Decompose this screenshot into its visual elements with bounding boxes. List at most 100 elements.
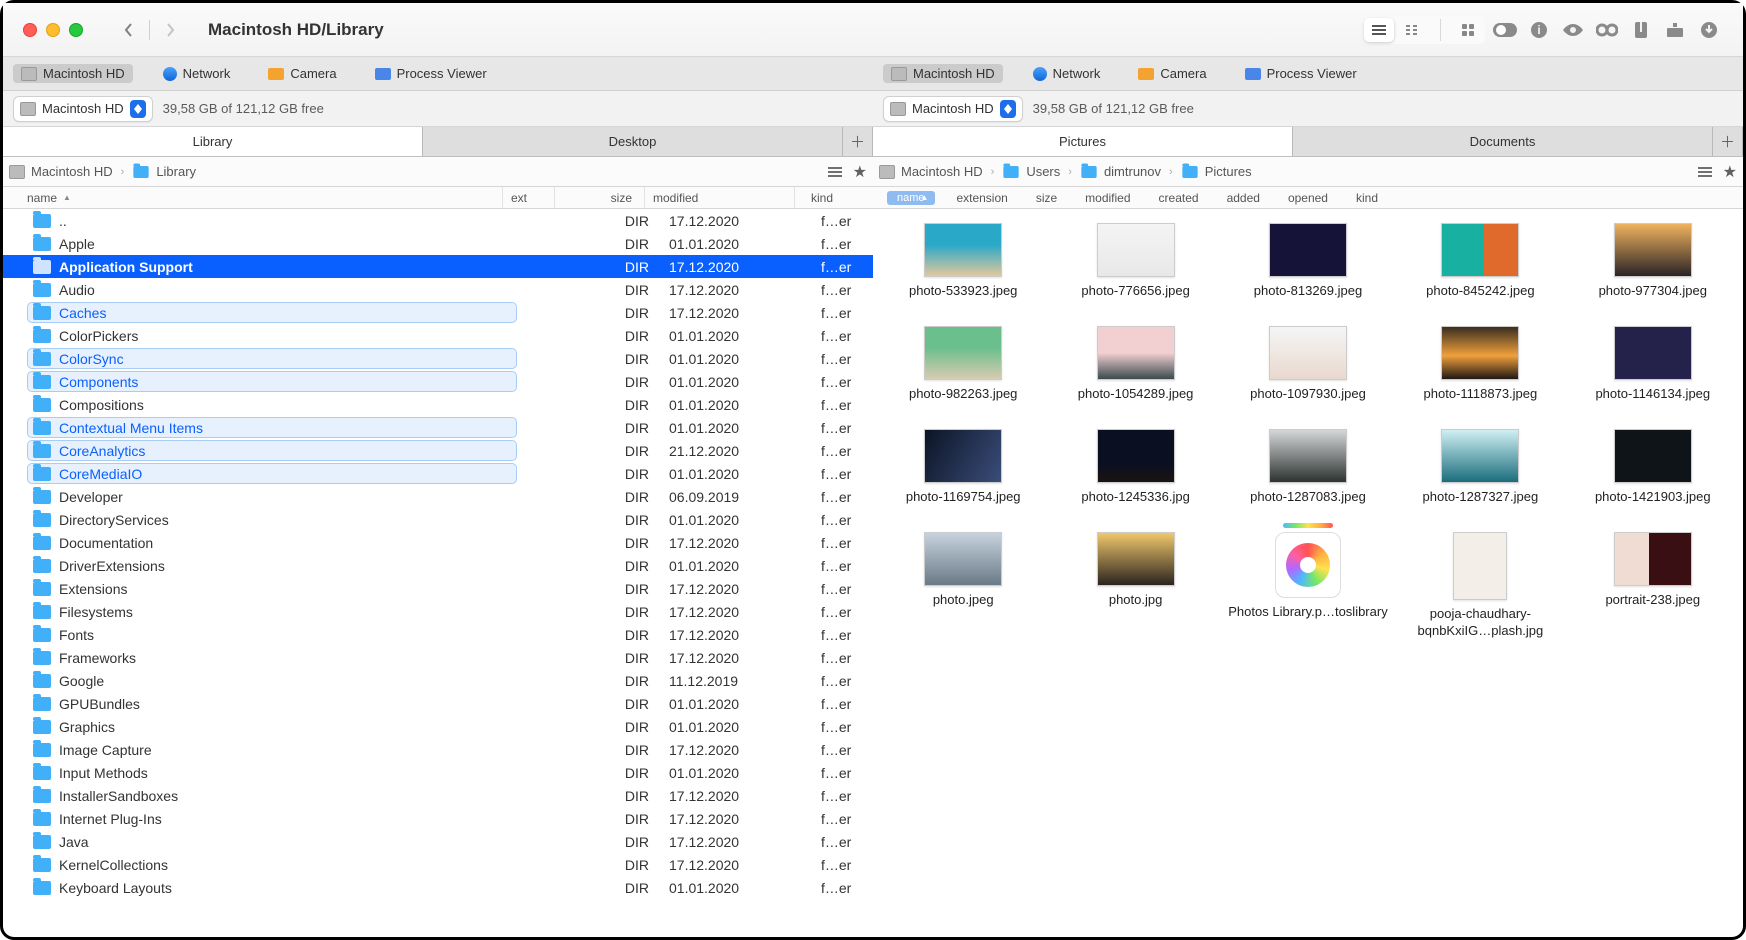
grid-item[interactable]: photo-533923.jpeg xyxy=(879,223,1047,300)
file-row[interactable]: Internet Plug-Ins DIR 17.12.2020 f…er xyxy=(3,807,873,830)
grid-item[interactable]: photo-1245336.jpg xyxy=(1051,429,1219,506)
tab[interactable]: Pictures xyxy=(873,127,1293,156)
file-row[interactable]: Application Support DIR 17.12.2020 f…er xyxy=(3,255,873,278)
breadcrumb-item[interactable]: Library xyxy=(132,164,196,179)
header-kind[interactable]: kind xyxy=(795,187,873,208)
favorite-item[interactable]: Macintosh HD xyxy=(13,64,133,83)
grid-item[interactable]: photo-1421903.jpeg xyxy=(1569,429,1737,506)
file-row[interactable]: Contextual Menu Items DIR 01.01.2020 f…e… xyxy=(3,416,873,439)
breadcrumb-item[interactable]: Pictures xyxy=(1181,164,1252,179)
file-row[interactable]: Graphics DIR 01.01.2020 f…er xyxy=(3,715,873,738)
header-modified[interactable]: modified xyxy=(1071,187,1144,208)
file-row[interactable]: Extensions DIR 17.12.2020 f…er xyxy=(3,577,873,600)
file-row[interactable]: Caches DIR 17.12.2020 f…er xyxy=(3,301,873,324)
file-row[interactable]: InstallerSandboxes DIR 17.12.2020 f…er xyxy=(3,784,873,807)
header-kind[interactable]: kind xyxy=(1342,187,1392,208)
favorite-item[interactable]: Camera xyxy=(260,64,344,83)
grid-item[interactable]: photo-1287083.jpeg xyxy=(1224,429,1392,506)
favorite-item[interactable]: Network xyxy=(1025,64,1109,83)
file-row[interactable]: ColorSync DIR 01.01.2020 f…er xyxy=(3,347,873,370)
file-row[interactable]: Keyboard Layouts DIR 01.01.2020 f…er xyxy=(3,876,873,899)
minimize-window-button[interactable] xyxy=(46,23,60,37)
header-ext[interactable]: ext xyxy=(503,187,555,208)
tab[interactable]: Desktop xyxy=(423,127,843,156)
grid-item[interactable]: photo-1287327.jpeg xyxy=(1396,429,1564,506)
star-icon[interactable]: ★ xyxy=(1723,162,1737,182)
file-row[interactable]: Documentation DIR 17.12.2020 f…er xyxy=(3,531,873,554)
add-tab-button[interactable]: ＋ xyxy=(1713,127,1743,156)
file-row[interactable]: Filesystems DIR 17.12.2020 f…er xyxy=(3,600,873,623)
zoom-window-button[interactable] xyxy=(69,23,83,37)
favorite-item[interactable]: Network xyxy=(155,64,239,83)
close-window-button[interactable] xyxy=(23,23,37,37)
header-size[interactable]: size xyxy=(555,187,645,208)
drive-selector-right[interactable]: Macintosh HD xyxy=(883,96,1023,122)
file-row[interactable]: Frameworks DIR 17.12.2020 f…er xyxy=(3,646,873,669)
grid-item[interactable]: photo-982263.jpeg xyxy=(879,326,1047,403)
file-row[interactable]: Developer DIR 06.09.2019 f…er xyxy=(3,485,873,508)
forward-button[interactable] xyxy=(156,18,186,42)
file-row[interactable]: GPUBundles DIR 01.01.2020 f…er xyxy=(3,692,873,715)
grid-item[interactable]: pooja-chaudhary-bqnbKxiIG…plash.jpg xyxy=(1396,532,1564,640)
tab[interactable]: Documents xyxy=(1293,127,1713,156)
breadcrumb-item[interactable]: Macintosh HD xyxy=(9,164,113,179)
favorite-item[interactable]: Process Viewer xyxy=(367,64,495,83)
file-row[interactable]: DriverExtensions DIR 01.01.2020 f…er xyxy=(3,554,873,577)
column-view-button[interactable] xyxy=(1398,18,1428,42)
grid-item[interactable]: photo-845242.jpeg xyxy=(1396,223,1564,300)
icon-view-button[interactable] xyxy=(1453,18,1483,42)
file-row[interactable]: Compositions DIR 01.01.2020 f…er xyxy=(3,393,873,416)
columns-icon[interactable] xyxy=(827,166,843,178)
file-row[interactable]: Input Methods DIR 01.01.2020 f…er xyxy=(3,761,873,784)
grid-item[interactable]: photo-1054289.jpeg xyxy=(1051,326,1219,403)
list-view-button[interactable] xyxy=(1364,18,1394,42)
file-row[interactable]: CoreAnalytics DIR 21.12.2020 f…er xyxy=(3,439,873,462)
file-row[interactable]: Components DIR 01.01.2020 f…er xyxy=(3,370,873,393)
hidden-files-toggle[interactable] xyxy=(1491,17,1519,43)
find-button[interactable] xyxy=(1593,17,1621,43)
grid-item[interactable]: photo.jpeg xyxy=(879,532,1047,640)
columns-icon[interactable] xyxy=(1697,166,1713,178)
header-created[interactable]: created xyxy=(1145,187,1213,208)
star-icon[interactable]: ★ xyxy=(853,162,867,182)
favorite-item[interactable]: Macintosh HD xyxy=(883,64,1003,83)
grid-item[interactable]: portrait-238.jpeg xyxy=(1569,532,1737,640)
file-row[interactable]: Fonts DIR 17.12.2020 f…er xyxy=(3,623,873,646)
file-row[interactable]: Apple DIR 01.01.2020 f…er xyxy=(3,232,873,255)
archive-button[interactable] xyxy=(1627,17,1655,43)
grid-item[interactable]: photo-1097930.jpeg xyxy=(1224,326,1392,403)
file-row[interactable]: Audio DIR 17.12.2020 f…er xyxy=(3,278,873,301)
add-tab-button[interactable]: ＋ xyxy=(843,127,873,156)
header-size[interactable]: size xyxy=(1022,187,1071,208)
grid-item[interactable]: photo.jpg xyxy=(1051,532,1219,640)
file-row[interactable]: DirectoryServices DIR 01.01.2020 f…er xyxy=(3,508,873,531)
header-added[interactable]: added xyxy=(1213,187,1274,208)
header-name[interactable]: name xyxy=(3,187,503,208)
info-button[interactable]: i xyxy=(1525,17,1553,43)
preview-button[interactable] xyxy=(1559,17,1587,43)
file-row[interactable]: Google DIR 11.12.2019 f…er xyxy=(3,669,873,692)
tab[interactable]: Library xyxy=(3,127,423,156)
file-row[interactable]: CoreMediaIO DIR 01.01.2020 f…er xyxy=(3,462,873,485)
file-row[interactable]: KernelCollections DIR 17.12.2020 f…er xyxy=(3,853,873,876)
grid-item[interactable]: photo-1169754.jpeg xyxy=(879,429,1047,506)
grid-item[interactable]: photo-1146134.jpeg xyxy=(1569,326,1737,403)
grid-item[interactable]: photo-1118873.jpeg xyxy=(1396,326,1564,403)
back-button[interactable] xyxy=(113,18,143,42)
breadcrumb-item[interactable]: dimtrunov xyxy=(1080,164,1161,179)
file-row[interactable]: Image Capture DIR 17.12.2020 f…er xyxy=(3,738,873,761)
grid-item[interactable]: Photos Library.p…toslibrary xyxy=(1224,532,1392,640)
header-opened[interactable]: opened xyxy=(1274,187,1342,208)
share-button[interactable] xyxy=(1661,17,1689,43)
file-row[interactable]: ColorPickers DIR 01.01.2020 f…er xyxy=(3,324,873,347)
drive-selector-left[interactable]: Macintosh HD xyxy=(13,96,153,122)
favorite-item[interactable]: Camera xyxy=(1130,64,1214,83)
header-name[interactable]: name ▲ xyxy=(873,187,942,208)
file-row[interactable]: Java DIR 17.12.2020 f…er xyxy=(3,830,873,853)
grid-item[interactable]: photo-977304.jpeg xyxy=(1569,223,1737,300)
header-extension[interactable]: extension xyxy=(942,187,1021,208)
breadcrumb-item[interactable]: Macintosh HD xyxy=(879,164,983,179)
download-button[interactable] xyxy=(1695,17,1723,43)
breadcrumb-item[interactable]: Users xyxy=(1002,164,1060,179)
grid-item[interactable]: photo-776656.jpeg xyxy=(1051,223,1219,300)
